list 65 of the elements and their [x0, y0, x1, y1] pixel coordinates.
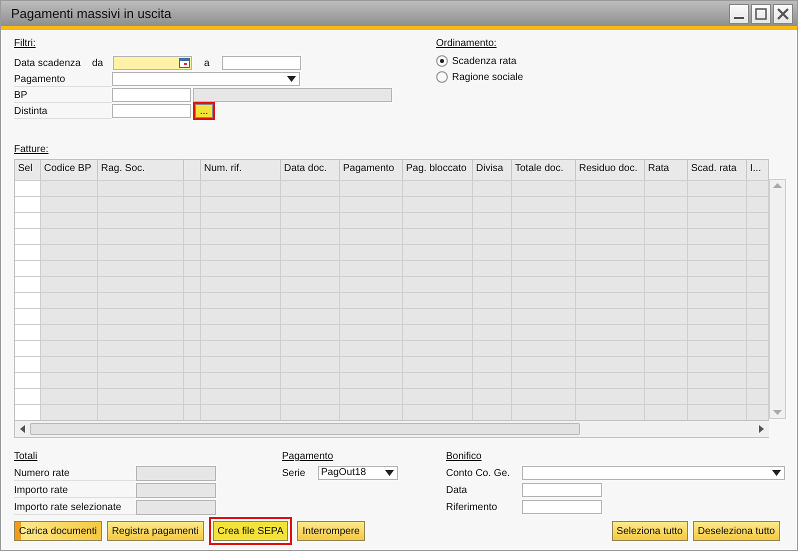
section-heading: Bonifico: [446, 450, 483, 464]
table-row[interactable]: [15, 292, 769, 308]
table-row[interactable]: [15, 228, 769, 244]
section-heading: Filtri:: [14, 37, 37, 51]
date-field[interactable]: [222, 56, 301, 70]
table-row[interactable]: [15, 260, 769, 276]
table-row[interactable]: [15, 212, 769, 228]
input-field[interactable]: [112, 104, 191, 118]
calendar-icon[interactable]: [179, 58, 190, 68]
horizontal-scrollbar[interactable]: [15, 420, 769, 437]
table-row[interactable]: [15, 308, 769, 324]
field-label: Riferimento: [446, 500, 498, 514]
action-button[interactable]: Deseleziona tutto: [692, 521, 780, 541]
dropdown-arrow-icon: [385, 470, 394, 476]
vertical-scrollbar[interactable]: [769, 179, 786, 419]
maximize-icon: [755, 8, 767, 20]
scroll-down-icon[interactable]: [773, 410, 782, 415]
dropdown-field[interactable]: PagOut18: [318, 466, 398, 480]
field-label: Data scadenza: [14, 56, 82, 70]
section-heading: Ordinamento:: [436, 37, 498, 51]
field-label: a: [204, 56, 211, 70]
table-row[interactable]: [15, 276, 769, 292]
close-icon: [777, 8, 789, 20]
close-button[interactable]: [773, 4, 793, 24]
dropdown-arrow-icon: [772, 470, 781, 476]
date-field[interactable]: [113, 56, 192, 70]
table-row[interactable]: [15, 324, 769, 340]
scrollbar-thumb[interactable]: [30, 423, 580, 435]
window-title: Pagamenti massivi in uscita: [11, 6, 172, 21]
section-heading: Totali: [14, 450, 38, 464]
radio-label: Scadenza rata: [452, 56, 516, 66]
action-button[interactable]: Carica documenti: [14, 521, 102, 541]
minimize-button[interactable]: [729, 4, 749, 24]
table-row[interactable]: [15, 388, 769, 404]
dropdown-field[interactable]: [112, 72, 300, 86]
scroll-left-icon[interactable]: [20, 425, 25, 433]
table-row[interactable]: [15, 372, 769, 388]
field-label: Serie: [282, 466, 306, 480]
field-label: Data: [446, 484, 468, 498]
table-row[interactable]: [15, 356, 769, 372]
maximize-button[interactable]: [751, 4, 771, 24]
browse-button[interactable]: ...: [193, 102, 215, 120]
radio-button[interactable]: [436, 71, 448, 83]
input-field[interactable]: [522, 500, 602, 514]
scroll-right-icon[interactable]: [759, 425, 764, 433]
radio-button[interactable]: [436, 55, 448, 67]
input-field[interactable]: [112, 88, 191, 102]
scroll-up-icon[interactable]: [773, 183, 782, 188]
action-button[interactable]: Seleziona tutto: [612, 521, 688, 541]
action-button[interactable]: Interrompere: [297, 521, 365, 541]
table-row[interactable]: [15, 180, 769, 196]
section-heading: Fatture:: [14, 143, 50, 157]
table-row[interactable]: [15, 244, 769, 260]
section-heading: Pagamento: [282, 450, 334, 464]
radio-label: Ragione sociale: [452, 72, 524, 82]
table-row[interactable]: [15, 340, 769, 356]
table-row[interactable]: [15, 404, 769, 420]
dropdown-arrow-icon: [287, 76, 296, 82]
field-label: da: [92, 56, 104, 70]
action-button[interactable]: Registra pagamenti: [106, 521, 204, 541]
input-field[interactable]: [522, 483, 602, 497]
minimize-icon: [734, 16, 744, 18]
dropdown-field[interactable]: [522, 466, 785, 480]
field-label: Conto Co. Ge.: [446, 466, 511, 480]
table-row[interactable]: [15, 196, 769, 212]
